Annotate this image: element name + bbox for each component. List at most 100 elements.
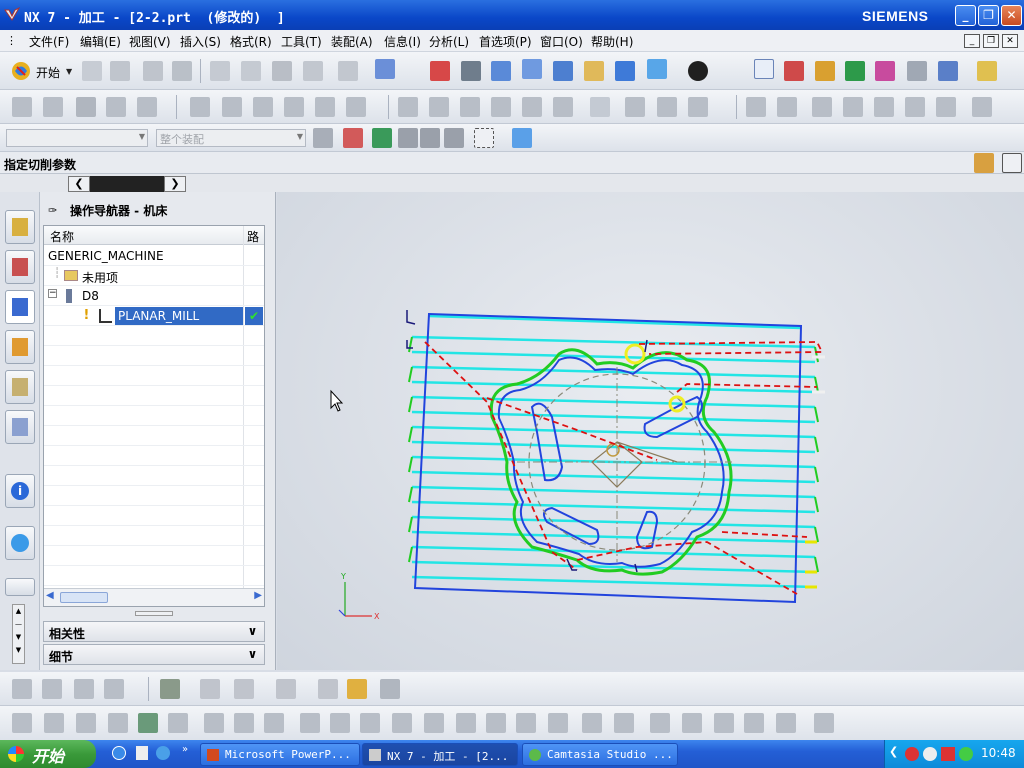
tool-icon[interactable]	[398, 97, 418, 117]
zoom-window-icon[interactable]	[461, 61, 481, 81]
wcs-icon[interactable]	[754, 59, 774, 79]
shaded-icon[interactable]	[615, 61, 635, 81]
doc-minimize-button[interactable]: _	[964, 34, 980, 48]
ie-icon[interactable]	[112, 746, 126, 760]
tool-icon[interactable]	[76, 713, 96, 733]
command-finder-icon[interactable]	[375, 59, 395, 79]
start-label[interactable]: 开始	[36, 64, 60, 81]
column-name-header[interactable]: 名称	[50, 228, 74, 245]
render-style-icon[interactable]	[688, 61, 708, 81]
zoom-in-icon[interactable]	[522, 59, 542, 79]
resource-tab-scroller[interactable]	[90, 176, 164, 192]
tool-icon[interactable]	[553, 97, 573, 117]
start-button[interactable]: 开始	[0, 740, 96, 768]
menu-help[interactable]: 帮助(H)	[591, 33, 633, 50]
tool-icon[interactable]	[190, 97, 210, 117]
copy-icon[interactable]	[241, 61, 261, 81]
tray-expand-icon[interactable]: ❮	[889, 745, 898, 758]
tool-icon[interactable]	[714, 713, 734, 733]
minimize-button[interactable]: _	[955, 5, 976, 26]
tool-icon[interactable]	[905, 97, 925, 117]
tool-icon[interactable]	[657, 97, 677, 117]
tool-icon[interactable]	[12, 679, 32, 699]
resource-bar-scrollbar[interactable]: ▲ — ▼ ▼	[12, 604, 25, 664]
tray-app-icon[interactable]	[905, 747, 919, 761]
pan-icon[interactable]	[584, 61, 604, 81]
tool-icon[interactable]	[234, 679, 254, 699]
menu-window[interactable]: 窗口(O)	[540, 33, 583, 50]
web-browser-icon[interactable]	[5, 526, 35, 560]
tool-icon[interactable]	[168, 713, 188, 733]
new-icon[interactable]	[82, 61, 102, 81]
select-icon[interactable]	[398, 128, 418, 148]
save-icon[interactable]	[143, 61, 163, 81]
tool-icon[interactable]	[777, 97, 797, 117]
tool-icon[interactable]	[590, 97, 610, 117]
filter-icon[interactable]	[313, 128, 333, 148]
tool-icon[interactable]	[160, 679, 180, 699]
menu-insert[interactable]: 插入(S)	[180, 33, 221, 50]
snap-point-icon[interactable]	[343, 128, 363, 148]
status-icon[interactable]	[974, 153, 994, 173]
dependencies-section[interactable]: 相关性 ∨	[43, 621, 265, 642]
paste-icon[interactable]	[272, 61, 292, 81]
tool-icon[interactable]	[204, 713, 224, 733]
rotate-icon[interactable]	[553, 61, 573, 81]
task-nx[interactable]: NX 7 - 加工 - [2...	[362, 743, 518, 766]
tool-icon[interactable]	[843, 97, 863, 117]
tool-icon[interactable]	[300, 713, 320, 733]
tool-icon[interactable]	[138, 713, 158, 733]
roles-icon[interactable]	[5, 578, 35, 596]
chevron-down-icon[interactable]: ∨	[244, 646, 261, 663]
menu-view[interactable]: 视图(V)	[129, 33, 171, 50]
tool-icon[interactable]	[582, 713, 602, 733]
tool-icon[interactable]	[874, 97, 894, 117]
view-orientation-icon[interactable]	[647, 59, 667, 79]
tool-icon[interactable]	[650, 713, 670, 733]
restore-button[interactable]: ❐	[978, 5, 999, 26]
graphics-window[interactable]: Y X	[277, 192, 1024, 670]
tool-icon[interactable]	[222, 97, 242, 117]
snap-icon[interactable]	[784, 61, 804, 81]
quicklaunch-icon[interactable]	[156, 746, 170, 760]
tool-icon[interactable]	[392, 713, 412, 733]
tool-icon[interactable]	[104, 679, 124, 699]
tool-icon[interactable]	[522, 97, 542, 117]
collapse-icon[interactable]: −	[48, 289, 57, 298]
menu-format[interactable]: 格式(R)	[230, 33, 272, 50]
constraint-navigator-tab[interactable]	[5, 250, 35, 284]
select-icon[interactable]	[907, 61, 927, 81]
details-section[interactable]: 细节 ∨	[43, 644, 265, 665]
open-icon[interactable]	[110, 61, 130, 81]
tool-icon[interactable]	[108, 713, 128, 733]
rectangle-select-icon[interactable]	[474, 128, 494, 148]
tool-icon[interactable]	[776, 713, 796, 733]
chevron-down-icon[interactable]: ∨	[244, 623, 261, 640]
fit-icon[interactable]	[430, 61, 450, 81]
tool-icon[interactable]	[76, 97, 96, 117]
menu-assemblies[interactable]: 装配(A)	[331, 33, 373, 50]
tool-icon[interactable]	[42, 679, 62, 699]
tool-icon[interactable]	[200, 679, 220, 699]
tool-icon[interactable]	[516, 713, 536, 733]
postprocess-icon[interactable]	[938, 61, 958, 81]
tool-icon[interactable]	[814, 713, 834, 733]
doc-restore-button[interactable]: ❐	[983, 34, 999, 48]
start-dropdown-icon[interactable]: ▼	[66, 67, 72, 76]
tool-icon[interactable]	[625, 97, 645, 117]
menu-tools[interactable]: 工具(T)	[281, 33, 322, 50]
tray-app-icon[interactable]	[941, 747, 955, 761]
select-icon[interactable]	[420, 128, 440, 148]
tree-item-planar-mill[interactable]: ǃ PLANAR_MILL ✔	[44, 306, 264, 326]
tool-icon[interactable]	[972, 97, 992, 117]
tool-icon[interactable]	[74, 679, 94, 699]
tool-icon[interactable]	[486, 713, 506, 733]
tool-icon[interactable]	[614, 713, 634, 733]
chevron-icon[interactable]: »	[182, 744, 188, 755]
delete-icon[interactable]	[303, 61, 323, 81]
tool-icon[interactable]	[106, 97, 126, 117]
tool-icon[interactable]	[429, 97, 449, 117]
menu-edit[interactable]: 编辑(E)	[80, 33, 121, 50]
menu-information[interactable]: 信息(I)	[384, 33, 421, 50]
assembly-navigator-tab[interactable]	[5, 210, 35, 244]
